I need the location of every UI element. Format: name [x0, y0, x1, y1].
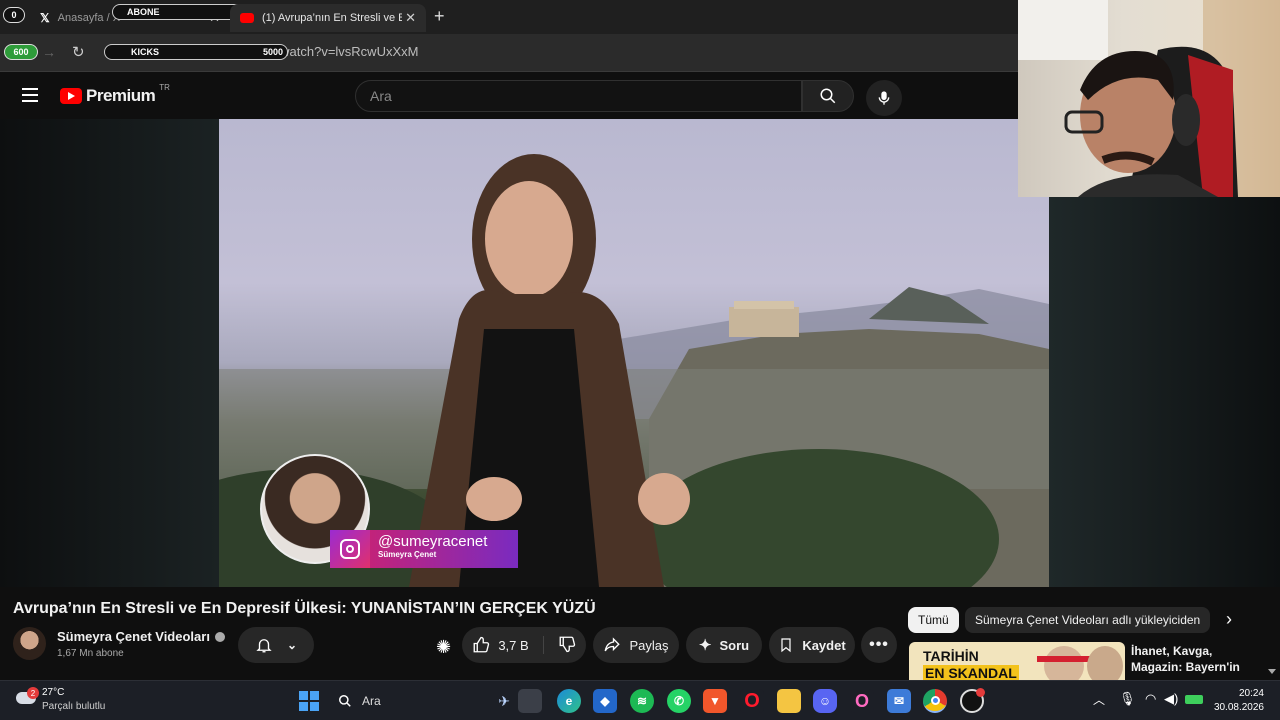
spotify-icon[interactable]: ≋ [630, 689, 654, 713]
subscribed-notification-button[interactable]: ⌄ [238, 627, 314, 663]
thumbs-down-icon [559, 636, 575, 652]
opera-gx-icon[interactable]: O [850, 689, 874, 713]
kicks-count: 5000 [262, 47, 283, 57]
weather-temp: 27°C [42, 687, 65, 698]
microphone-icon [878, 91, 890, 105]
weather-badge: 2 [27, 687, 39, 699]
more-actions-button[interactable]: ••• [861, 627, 897, 663]
share-icon [605, 637, 621, 652]
instagram-handle: @sumeyracenet [378, 533, 488, 550]
logo-region: TR [159, 82, 170, 92]
share-button[interactable]: Paylaş [593, 627, 679, 663]
bell-icon [256, 639, 272, 653]
video-info-area: Avrupa’nın En Stresli ve En Depresif Ülk… [0, 587, 1280, 680]
brave-icon[interactable]: ▼ [703, 689, 727, 713]
thumb-line2: EN SKANDAL [923, 665, 1019, 680]
webcam-scene [1018, 0, 1280, 197]
youtube-header: Premium TR Ara [0, 72, 1018, 119]
wifi-icon[interactable]: ◠ [1145, 691, 1156, 707]
youtube-favicon-icon [240, 13, 254, 23]
task-view-icon[interactable] [518, 689, 542, 713]
close-icon[interactable]: ✕ [405, 10, 416, 26]
ambient-background-right [1049, 197, 1280, 587]
file-explorer-icon[interactable] [777, 689, 801, 713]
recommendation-thumbnail[interactable]: TARİHİN EN SKANDAL [909, 642, 1125, 680]
chip-all[interactable]: Tümü [908, 607, 959, 633]
save-button[interactable]: Kaydet [769, 627, 855, 663]
chrome-icon[interactable] [923, 689, 947, 713]
tab-label: Anasayfa / X [57, 12, 121, 24]
more-icon: ••• [869, 636, 889, 653]
ask-button[interactable]: ✦ Soru [686, 627, 762, 663]
chevron-down-icon: ⌄ [286, 638, 298, 652]
bookmark-icon [781, 638, 791, 653]
reload-icon[interactable]: ↻ [72, 43, 85, 61]
weather-widget[interactable]: 2 27°C Parçalı bulutlu [14, 685, 124, 717]
volume-icon[interactable]: ◀) [1164, 691, 1178, 707]
verified-icon [214, 631, 225, 642]
tray-chevron-up-icon[interactable]: ︿ [1093, 691, 1105, 708]
voice-search-button[interactable] [866, 80, 902, 116]
like-dislike-group: 3,7 B [462, 627, 586, 663]
instagram-overlay: @sumeyracenet Sümeyra Çenet [330, 530, 518, 568]
thumbs-up-icon [473, 636, 490, 653]
like-button[interactable]: 3,7 B [472, 636, 544, 654]
dislike-button[interactable] [544, 635, 576, 656]
search-input[interactable]: Ara [355, 80, 802, 112]
ambient-background-left [0, 119, 219, 587]
recommendation-title[interactable]: İhanet, Kavga, Magazin: Bayern'in [1131, 643, 1240, 675]
menu-icon[interactable] [22, 88, 38, 102]
youtube-premium-logo[interactable]: Premium TR [60, 82, 170, 106]
browser-tab-bar: 0 𝕏 Anasayfa / X ✕ ABONE 20 (1) Avrupa’n… [0, 0, 1018, 34]
browser-address-bar: 600 → ↻ ☰ https://www.youtube.com/watch?… [0, 34, 1018, 72]
youtube-play-icon [60, 88, 82, 104]
app-mail-icon[interactable]: ✉ [887, 689, 911, 713]
discord-icon[interactable]: ☺ [813, 689, 837, 713]
clock[interactable]: 20:24 30.08.2026 [1212, 687, 1264, 715]
search-icon [820, 88, 836, 104]
channel-avatar[interactable] [13, 627, 46, 660]
gemini-sparkle-icon[interactable]: ✺ [436, 637, 451, 658]
kicks-overlay: KICKS 5000 [104, 44, 288, 60]
video-player[interactable]: @sumeyracenet Sümeyra Çenet [219, 119, 1049, 587]
logo-text: Premium [86, 86, 156, 105]
tab-youtube-video[interactable]: (1) Avrupa’nın En Stresli ve En D ✕ [230, 4, 426, 32]
green-counter-badge: 600 [4, 44, 38, 60]
new-tab-button[interactable]: + [434, 6, 445, 27]
webcam-overlay [1018, 0, 1280, 197]
thumb-line1: TARİHİN [923, 648, 979, 664]
weather-desc: Parçalı bulutlu [42, 701, 106, 712]
opera-icon[interactable]: O [740, 689, 764, 713]
taskbar-search[interactable]: Ara ✈ [330, 689, 510, 713]
app-blue-icon[interactable]: ◆ [593, 689, 617, 713]
tray-mic-icon[interactable]: 🎙 [1119, 691, 1136, 707]
edge-icon[interactable]: e [557, 689, 581, 713]
search-icon [339, 695, 351, 707]
chip-uploader[interactable]: Sümeyra Çenet Videoları adlı yükleyicide… [965, 607, 1211, 633]
search-highlight-icon: ✈ [498, 692, 510, 709]
video-title: Avrupa’nın En Stresli ve En Depresif Ülk… [13, 600, 596, 617]
whatsapp-icon[interactable]: ✆ [667, 689, 691, 713]
scroll-arrow-icon[interactable] [1268, 669, 1276, 674]
sparkle-icon: ✦ [698, 637, 712, 654]
channel-name[interactable]: Sümeyra Çenet Videoları [57, 629, 225, 644]
windows-start-icon[interactable] [297, 689, 321, 713]
overlay-counter-badge: 0 [3, 7, 25, 23]
instagram-icon [330, 530, 370, 568]
battery-icon[interactable] [1185, 695, 1203, 704]
tab-label: (1) Avrupa’nın En Stresli ve En D [262, 12, 402, 24]
clock-time: 20:24 [1238, 688, 1264, 699]
search-button[interactable] [802, 80, 854, 112]
chevron-right-icon[interactable]: › [1226, 609, 1232, 630]
obs-icon[interactable] [960, 688, 985, 713]
clock-date: 30.08.2026 [1213, 702, 1264, 713]
instagram-name: Sümeyra Çenet [378, 550, 437, 559]
x-logo-icon: 𝕏 [40, 11, 50, 25]
forward-icon[interactable]: → [42, 44, 56, 60]
windows-taskbar: 2 27°C Parçalı bulutlu Ara ✈ e ◆ ≋ ✆ ▼ O… [0, 680, 1280, 720]
subscriber-count: 1,67 Mn abone [57, 648, 124, 659]
